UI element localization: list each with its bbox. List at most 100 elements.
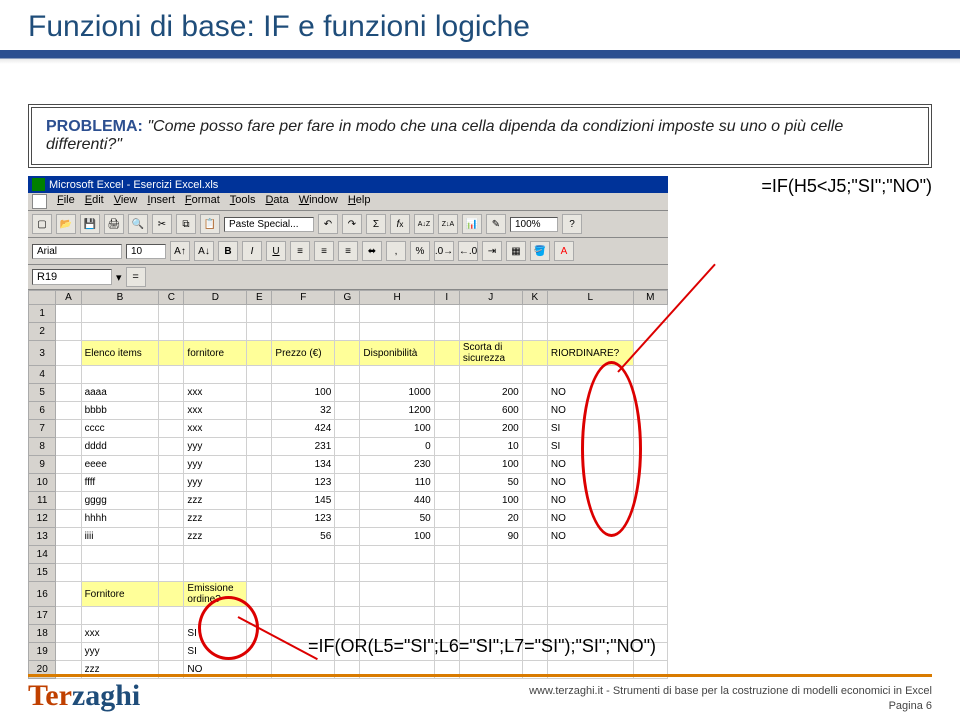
- sort-az-icon[interactable]: A↓Z: [414, 214, 434, 234]
- table-row: 10ffffyyy12311050NO: [29, 474, 668, 492]
- footer-text: www.terzaghi.it - Strumenti di base per …: [529, 684, 932, 713]
- col-E[interactable]: E: [247, 291, 272, 305]
- menu-insert[interactable]: Insert: [147, 194, 175, 209]
- print-icon[interactable]: 🖨: [104, 214, 124, 234]
- menu-view[interactable]: View: [114, 194, 138, 209]
- oval-riordinare: [581, 361, 642, 537]
- indent-icon[interactable]: ⇥: [482, 241, 502, 261]
- redo-icon[interactable]: ↷: [342, 214, 362, 234]
- open-icon[interactable]: 📂: [56, 214, 76, 234]
- footer-page: Pagina 6: [529, 699, 932, 713]
- hdr-fornitore2[interactable]: Fornitore: [81, 582, 159, 607]
- col-L[interactable]: L: [547, 291, 633, 305]
- hdr-disp[interactable]: Disponibilità: [360, 341, 434, 366]
- zoom-selector[interactable]: 100%: [510, 217, 558, 232]
- hdr-scorta[interactable]: Scorta di sicurezza: [459, 341, 522, 366]
- menu-file[interactable]: File: [57, 194, 75, 209]
- col-M[interactable]: M: [633, 291, 667, 305]
- formula-eq-btn[interactable]: =: [126, 267, 146, 287]
- col-D[interactable]: D: [184, 291, 247, 305]
- col-K[interactable]: K: [522, 291, 547, 305]
- screenshot-area: =IF(H5<J5;"SI";"NO") =IF(OR(L5="SI";L6="…: [28, 176, 932, 679]
- save-icon[interactable]: 💾: [80, 214, 100, 234]
- undo-icon[interactable]: ↶: [318, 214, 338, 234]
- col-corner[interactable]: [29, 291, 56, 305]
- col-F[interactable]: F: [272, 291, 335, 305]
- hdr-riord[interactable]: RIORDINARE?: [547, 341, 633, 366]
- spreadsheet-grid[interactable]: A B C D E F G H I J K L M 1 2 3 Elenc: [28, 290, 668, 679]
- hdr-prezzo[interactable]: Prezzo (€): [272, 341, 335, 366]
- fx-icon[interactable]: fx: [390, 214, 410, 234]
- formula-bar: R19 ▾ =: [28, 265, 668, 290]
- col-I[interactable]: I: [434, 291, 459, 305]
- problem-label: PROBLEMA:: [46, 118, 143, 135]
- excel-window: Microsoft Excel - Esercizi Excel.xls Fil…: [28, 176, 668, 679]
- align-center-icon[interactable]: ≡: [314, 241, 334, 261]
- col-J[interactable]: J: [459, 291, 522, 305]
- logo-part1: Ter: [28, 679, 72, 712]
- font-name-selector[interactable]: Arial: [32, 244, 122, 259]
- col-C[interactable]: C: [159, 291, 184, 305]
- formula-1: =IF(H5<J5;"SI";"NO"): [761, 176, 932, 197]
- dec-decimal-icon[interactable]: ←.0: [458, 241, 478, 261]
- excel-menubar[interactable]: File Edit View Insert Format Tools Data …: [28, 193, 668, 211]
- menu-data[interactable]: Data: [265, 194, 288, 209]
- align-right-icon[interactable]: ≡: [338, 241, 358, 261]
- table-row: 12hhhhzzz1235020NO: [29, 510, 668, 528]
- table-row: 5aaaaxxx1001000200NO: [29, 384, 668, 402]
- col-H[interactable]: H: [360, 291, 434, 305]
- decrease-font-icon[interactable]: A↓: [194, 241, 214, 261]
- border-icon[interactable]: ▦: [506, 241, 526, 261]
- drawing-icon[interactable]: ✎: [486, 214, 506, 234]
- footer-divider: [28, 674, 932, 677]
- table-row: 13iiiizzz5610090NO: [29, 528, 668, 546]
- bold-icon[interactable]: B: [218, 241, 238, 261]
- table-row: 11ggggzzz145440100NO: [29, 492, 668, 510]
- paste-icon[interactable]: 📋: [200, 214, 220, 234]
- hdr-fornitore[interactable]: fornitore: [184, 341, 247, 366]
- sort-za-icon[interactable]: Z↓A: [438, 214, 458, 234]
- hdr-items[interactable]: Elenco items: [81, 341, 159, 366]
- menu-format[interactable]: Format: [185, 194, 220, 209]
- underline-icon[interactable]: U: [266, 241, 286, 261]
- excel-app-icon: [32, 178, 45, 191]
- fill-color-icon[interactable]: 🪣: [530, 241, 550, 261]
- help-icon[interactable]: ?: [562, 214, 582, 234]
- menu-edit[interactable]: Edit: [85, 194, 104, 209]
- formula-2: =IF(OR(L5="SI";L6="SI";L7="SI");"SI";"NO…: [308, 636, 656, 657]
- chart-icon[interactable]: 📊: [462, 214, 482, 234]
- excel-titlebar: Microsoft Excel - Esercizi Excel.xls: [28, 176, 668, 193]
- menu-help[interactable]: Help: [348, 194, 371, 209]
- logo-part2: zaghi: [72, 679, 140, 712]
- menu-window[interactable]: Window: [299, 194, 338, 209]
- doc-icon: [32, 194, 47, 209]
- inc-decimal-icon[interactable]: .0→: [434, 241, 454, 261]
- footer-logo: Terzaghi: [28, 679, 140, 713]
- col-G[interactable]: G: [335, 291, 360, 305]
- copy-icon[interactable]: ⧉: [176, 214, 196, 234]
- menu-tools[interactable]: Tools: [230, 194, 256, 209]
- comma-icon[interactable]: ,: [386, 241, 406, 261]
- slide-title: Funzioni di base: IF e funzioni logiche: [0, 0, 960, 50]
- sum-icon[interactable]: Σ: [366, 214, 386, 234]
- italic-icon[interactable]: I: [242, 241, 262, 261]
- excel-toolbar-1: ▢ 📂 💾 🖨 🔍 ✂ ⧉ 📋 Paste Special... ↶ ↷ Σ f…: [28, 211, 668, 238]
- font-color-icon[interactable]: A: [554, 241, 574, 261]
- new-icon[interactable]: ▢: [32, 214, 52, 234]
- percent-icon[interactable]: %: [410, 241, 430, 261]
- chevron-down-icon[interactable]: ▾: [116, 271, 122, 284]
- align-left-icon[interactable]: ≡: [290, 241, 310, 261]
- table-row: 6bbbbxxx321200600NO: [29, 402, 668, 420]
- col-B[interactable]: B: [81, 291, 159, 305]
- preview-icon[interactable]: 🔍: [128, 214, 148, 234]
- table-row: 9eeeeyyy134230100NO: [29, 456, 668, 474]
- font-size-selector[interactable]: 10: [126, 244, 166, 259]
- cut-icon[interactable]: ✂: [152, 214, 172, 234]
- col-A[interactable]: A: [56, 291, 81, 305]
- footer-line1: www.terzaghi.it - Strumenti di base per …: [529, 684, 932, 698]
- name-box[interactable]: R19: [32, 269, 112, 285]
- increase-font-icon[interactable]: A↑: [170, 241, 190, 261]
- paste-special-btn[interactable]: Paste Special...: [224, 217, 314, 232]
- merge-icon[interactable]: ⬌: [362, 241, 382, 261]
- oval-emissione: [198, 596, 259, 660]
